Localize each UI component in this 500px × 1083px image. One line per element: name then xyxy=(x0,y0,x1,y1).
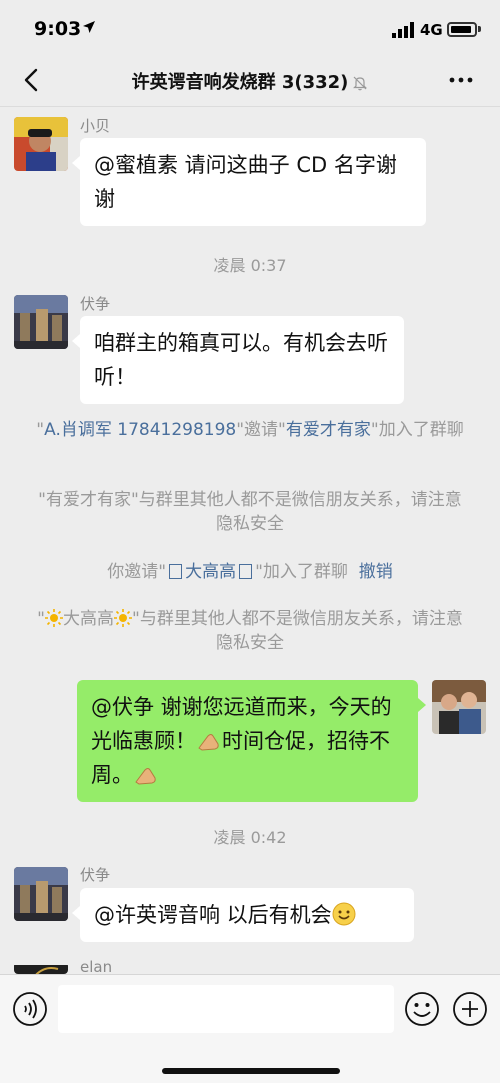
box-glyph-icon xyxy=(239,564,253,579)
avatar[interactable] xyxy=(14,295,68,349)
plus-icon[interactable] xyxy=(452,991,488,1027)
user-link[interactable]: 大高高 xyxy=(185,562,236,582)
sender-name: 小贝 xyxy=(80,117,111,135)
signal-icon xyxy=(392,22,414,38)
battery-tip xyxy=(478,26,481,32)
box-glyph-icon xyxy=(169,564,183,579)
user-link[interactable]: A.肖调军 17841298198 xyxy=(44,420,236,440)
more-dots-icon[interactable] xyxy=(446,68,476,92)
system-message-invite: "A.肖调军 17841298198"邀请"有爱才有家"加入了群聊 xyxy=(36,420,464,440)
avatar[interactable] xyxy=(14,962,68,974)
smile-emoji-icon xyxy=(332,902,356,926)
network-type: 4G xyxy=(420,21,443,39)
chat-title-text: 许英谔音响发烧群 3(332) xyxy=(131,72,349,93)
user-link[interactable]: 有爱才有家 xyxy=(286,420,371,440)
system-message-privacy: " 大高高 "与群里其他人都不是微信朋友关系，请注意隐私安全 xyxy=(37,609,463,653)
sender-name: 伏争 xyxy=(80,866,111,884)
system-message-privacy: "有爱才有家"与群里其他人都不是微信朋友关系，请注意隐私安全 xyxy=(38,490,462,534)
status-bar: 9:03 4G xyxy=(0,0,500,58)
status-time: 9:03 xyxy=(34,18,82,40)
chat-title: 许英谔音响发烧群 3(332) xyxy=(0,68,500,94)
clap-emoji-icon xyxy=(135,768,156,785)
undo-link[interactable]: 撤销 xyxy=(359,562,393,582)
emoji-icon[interactable] xyxy=(404,991,440,1027)
message-bubble[interactable]: 咱群主的箱真可以。有机会去听听！ xyxy=(72,316,404,404)
sun-emoji-icon xyxy=(114,609,132,627)
chat-header: 许英谔音响发烧群 3(332) xyxy=(0,58,500,107)
avatar-self[interactable] xyxy=(432,680,486,734)
message-input[interactable] xyxy=(58,985,394,1033)
system-message-invite-self: 你邀请" 大高高 "加入了群聊 撤销 xyxy=(107,562,393,582)
sender-name: 伏争 xyxy=(80,295,111,313)
timestamp: 凌晨 0:37 xyxy=(213,256,287,275)
clap-emoji-icon xyxy=(198,734,219,751)
home-indicator[interactable] xyxy=(162,1068,340,1074)
message-bubble[interactable]: @许英谔音响 以后有机会 xyxy=(72,888,414,942)
message-bubble[interactable]: @蜜植素 请问这曲子 CD 名字谢谢 xyxy=(72,138,426,226)
sun-emoji-icon xyxy=(45,609,63,627)
avatar[interactable] xyxy=(14,117,68,171)
message-bubble-self[interactable]: @伏争 谢谢您远道而来，今天的光临惠顾！ 时间仓促，招待不周。 xyxy=(77,680,426,802)
battery-icon xyxy=(447,22,477,37)
voice-icon[interactable] xyxy=(12,991,48,1027)
avatar[interactable] xyxy=(14,867,68,921)
timestamp: 凌晨 0:42 xyxy=(213,828,287,847)
input-bar xyxy=(0,974,500,1083)
location-arrow-icon xyxy=(83,21,95,33)
bell-off-icon xyxy=(353,76,368,91)
